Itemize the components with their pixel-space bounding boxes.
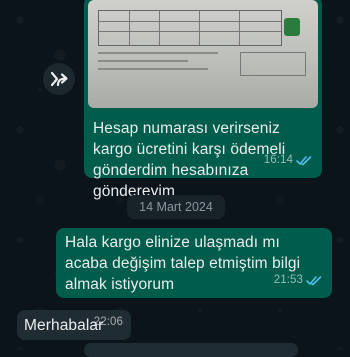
date-separator: 14 Mart 2024 xyxy=(127,195,225,219)
document-form-table xyxy=(98,10,282,46)
stamp-mark xyxy=(284,18,300,36)
document-totals-box xyxy=(240,52,306,76)
message-text: Merhabalar xyxy=(24,317,104,334)
message-meta: 22:06 xyxy=(94,312,123,333)
text-message[interactable]: Hala kargo elinize ulaşmadı mı acaba değ… xyxy=(56,228,332,298)
document-photo[interactable] xyxy=(88,0,318,108)
message-time: 21:53 xyxy=(273,274,303,286)
message-meta: 16:14 xyxy=(264,150,312,171)
message-meta: 21:53 xyxy=(274,270,322,291)
double-check-icon xyxy=(306,276,322,286)
double-check-icon xyxy=(296,156,312,166)
message-time: 16:14 xyxy=(263,154,293,166)
forward-button[interactable] xyxy=(43,63,75,95)
message-time: 22:06 xyxy=(93,316,123,328)
image-message[interactable]: Hesap numarası verirseniz kargo ücretini… xyxy=(84,0,322,200)
forward-icon xyxy=(50,71,68,87)
incoming-message[interactable]: Merhabalar 22:06 xyxy=(17,310,131,340)
incoming-message-partial[interactable] xyxy=(84,343,298,357)
